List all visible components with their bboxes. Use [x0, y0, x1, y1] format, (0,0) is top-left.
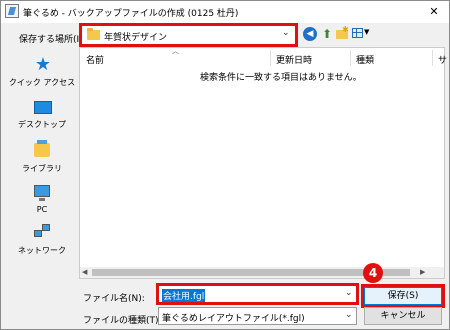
scroll-right-icon[interactable]: ▶ — [420, 267, 425, 278]
highlight-save-button — [361, 284, 445, 308]
window-title: 筆ぐるめ - バックアップファイルの作成 (0125 杜丹) — [23, 9, 239, 19]
view-menu-icon[interactable] — [352, 28, 363, 38]
column-header-modified[interactable]: 更新日時 — [276, 53, 312, 66]
place-label: PC — [36, 205, 48, 214]
app-icon — [5, 4, 19, 18]
new-folder-icon[interactable]: ✱ — [336, 25, 350, 39]
step-number-badge: 4 — [363, 263, 383, 283]
scroll-left-icon[interactable]: ◀ — [82, 267, 87, 278]
column-divider — [270, 50, 271, 66]
places-bar: ★ クイック アクセス デスクトップ ライブラリ PC ネットワーク — [7, 55, 77, 267]
network-icon — [34, 224, 52, 240]
star-icon: ★ — [34, 54, 52, 75]
column-header-type[interactable]: 種類 — [356, 53, 374, 66]
place-library[interactable]: ライブラリ — [7, 139, 77, 175]
place-desktop[interactable]: デスクトップ — [7, 97, 77, 133]
place-network[interactable]: ネットワーク — [7, 221, 77, 257]
chevron-down-icon[interactable]: ⌄ — [345, 310, 353, 320]
highlight-filename — [156, 283, 359, 305]
highlight-save-location — [79, 23, 298, 47]
place-pc[interactable]: PC — [7, 181, 77, 217]
pc-icon — [34, 185, 52, 201]
place-quick-access[interactable]: ★ クイック アクセス — [7, 55, 77, 91]
close-button[interactable]: ✕ — [424, 3, 444, 21]
empty-list-message: 検索条件に一致する項目はありません。 — [200, 73, 362, 83]
column-header-size[interactable]: サ — [438, 53, 447, 66]
back-icon[interactable]: ◀ — [303, 27, 317, 41]
file-list[interactable]: 名前 ︿ 更新日時 種類 サ 検索条件に一致する項目はありません。 ◀ ▶ — [79, 47, 447, 279]
filetype-dropdown[interactable]: 筆ぐるめレイアウトファイル(*.fgl) ⌄ — [158, 307, 357, 325]
column-header-name[interactable]: 名前 — [86, 53, 104, 66]
title-bar: 筆ぐるめ - バックアップファイルの作成 (0125 杜丹) ✕ — [1, 1, 449, 23]
sparkle-icon: ✱ — [342, 25, 349, 34]
place-label: ネットワーク — [18, 246, 66, 255]
cancel-button[interactable]: キャンセル — [364, 307, 442, 325]
filename-label: ファイル名(N): — [83, 294, 145, 304]
view-menu-caret-icon[interactable]: ▼ — [364, 28, 369, 36]
desktop-icon — [34, 101, 52, 117]
up-folder-icon[interactable]: ⬆ — [321, 27, 333, 41]
save-location-label: 保存する場所(I): — [19, 35, 86, 45]
filetype-value: 筆ぐるめレイアウトファイル(*.fgl) — [162, 314, 305, 324]
place-label: デスクトップ — [18, 120, 66, 129]
horizontal-scrollbar[interactable]: ◀ ▶ — [80, 267, 444, 278]
filetype-label: ファイルの種類(T): — [83, 316, 162, 326]
column-divider — [432, 50, 433, 66]
column-divider — [350, 50, 351, 66]
file-save-dialog: 筆ぐるめ - バックアップファイルの作成 (0125 杜丹) ✕ 保存する場所(… — [0, 0, 450, 330]
place-label: ライブラリ — [22, 164, 62, 173]
place-label: クイック アクセス — [8, 78, 76, 87]
library-icon — [34, 140, 52, 159]
sort-arrow-icon: ︿ — [172, 47, 179, 55]
